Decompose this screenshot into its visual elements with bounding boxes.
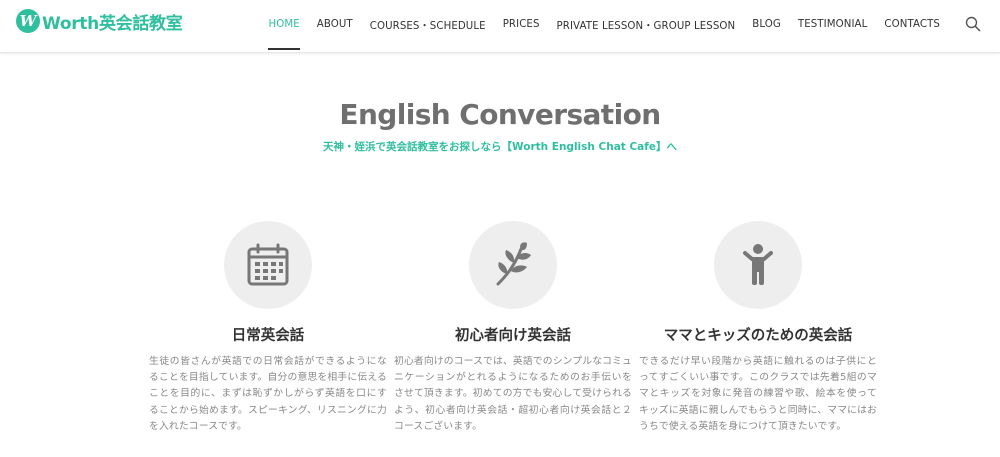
feature-beginner-conversation: 初心者向け英会話 初心者向けのコースでは、英語でのシンプルなコミュニケーションが… [394,221,632,435]
calendar-icon [247,243,289,286]
feature-daily-conversation: 日常英会話 生徒の皆さんが英語での日常会話ができるようになることを目指しています… [149,221,387,435]
feature-title: 初心者向け英会話 [455,328,571,344]
site-header: W Worth英会話教室 HOME ABOUT COURSES・SCHEDULE… [0,0,1000,53]
page-title: English Conversation [339,98,661,131]
feature-icon-circle [714,221,802,309]
nav-contacts[interactable]: CONTACTS [884,3,940,45]
nav-about[interactable]: ABOUT [317,3,353,45]
feature-description: 初心者向けのコースでは、英語でのシンプルなコミュニケーションがとれるようになるた… [394,356,632,432]
feature-icon-circle [469,221,557,309]
site-logo[interactable]: W Worth英会話教室 [16,8,183,34]
main-nav: HOME ABOUT COURSES・SCHEDULE PRICES PRIVA… [268,0,1000,50]
sprout-icon [496,242,531,286]
nav-courses-schedule[interactable]: COURSES・SCHEDULE [370,3,486,45]
child-icon [743,244,773,285]
feature-title: 日常英会話 [231,328,305,344]
search-icon [965,16,981,32]
nav-private-group-lesson[interactable]: PRIVATE LESSON・GROUP LESSON [557,3,736,45]
logo-mark-icon: W [16,9,40,33]
feature-icon-circle [224,221,312,309]
nav-blog[interactable]: BLOG [752,3,781,45]
search-button[interactable] [964,15,982,33]
feature-description: できるだけ早い段階から英語に触れるのは子供にとってすごくいい事です。このクラスで… [639,356,877,432]
nav-prices[interactable]: PRICES [503,3,540,45]
feature-mama-kids-conversation: ママとキッズのための英会話 できるだけ早い段階から英語に触れるのは子供にとってす… [639,221,877,435]
logo-text: Worth英会話教室 [42,13,183,34]
page-subtitle: 天神・姪浜で英会話教室をお探しなら【Worth English Chat Caf… [323,141,677,153]
feature-description: 生徒の皆さんが英語での日常会話ができるようになることを目指しています。自分の意思… [149,356,387,432]
nav-home[interactable]: HOME [268,3,301,50]
nav-testimonial[interactable]: TESTIMONIAL [798,3,868,45]
feature-title: ママとキッズのための英会話 [663,328,853,344]
